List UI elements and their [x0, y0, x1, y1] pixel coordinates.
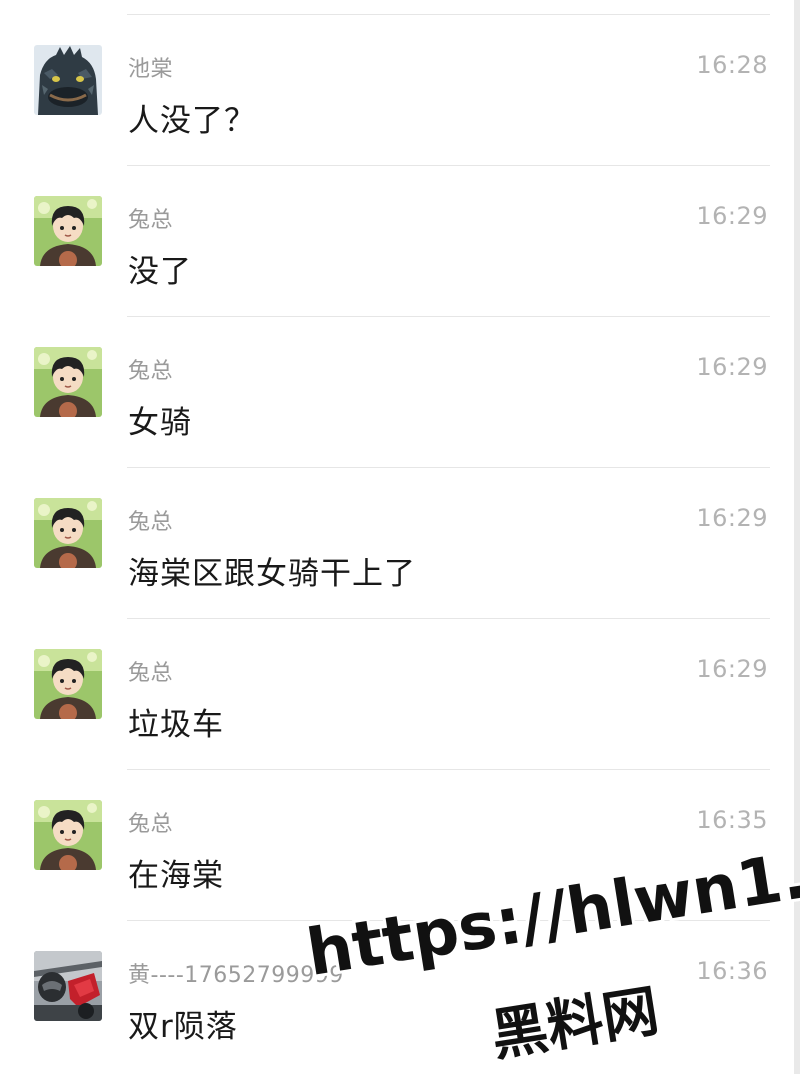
- message-time: 16:35: [696, 806, 768, 834]
- sender-name: 兔总: [128, 208, 174, 233]
- cartoon-boy-avatar-icon: [34, 498, 102, 568]
- message-text: 人没了？: [128, 103, 256, 139]
- motorcycle-avatar-icon: [34, 951, 102, 1021]
- message-time: 16:29: [696, 504, 768, 532]
- avatar-cartoon-boy[interactable]: [34, 347, 102, 417]
- scrollbar[interactable]: [794, 0, 800, 1074]
- sender-name: 黄----17652799999: [128, 963, 344, 988]
- avatar-cartoon-boy[interactable]: [34, 649, 102, 719]
- monster-avatar-icon: [34, 45, 102, 115]
- message-time: 16:28: [696, 51, 768, 79]
- chat-message[interactable]: 兔总 16:29 海棠区跟女骑干上了: [0, 468, 800, 619]
- message-text: 垃圾车: [128, 707, 224, 743]
- message-text: 在海棠: [128, 858, 224, 894]
- chat-message[interactable]: 兔总 16:29 女骑: [0, 317, 800, 468]
- avatar-cartoon-boy[interactable]: [34, 196, 102, 266]
- avatar-cartoon-boy[interactable]: [34, 498, 102, 568]
- message-text: 海棠区跟女骑干上了: [128, 556, 416, 592]
- avatar-motorcycle[interactable]: [34, 951, 102, 1021]
- message-text: 没了: [128, 254, 192, 290]
- message-time: 16:29: [696, 655, 768, 683]
- message-time: 16:29: [696, 202, 768, 230]
- cartoon-boy-avatar-icon: [34, 196, 102, 266]
- chat-message[interactable]: 兔总 16:29 没了: [0, 166, 800, 317]
- chat-history-page: 池棠 16:28 人没了？ 兔总 16:29 没了 兔总 16:29 女骑 兔总…: [0, 0, 800, 1074]
- message-text: 双r陨落: [128, 1009, 238, 1045]
- sender-name: 兔总: [128, 359, 174, 384]
- message-time: 16:36: [696, 957, 768, 985]
- chat-message[interactable]: 兔总 16:35 在海棠: [0, 770, 800, 921]
- chat-message[interactable]: 兔总 16:29 垃圾车: [0, 619, 800, 770]
- avatar-cartoon-boy[interactable]: [34, 800, 102, 870]
- cartoon-boy-avatar-icon: [34, 649, 102, 719]
- message-text: 女骑: [128, 405, 192, 441]
- cartoon-boy-avatar-icon: [34, 800, 102, 870]
- chat-message[interactable]: 池棠 16:28 人没了？: [0, 15, 800, 166]
- sender-name: 兔总: [128, 812, 174, 837]
- sender-name: 兔总: [128, 510, 174, 535]
- message-time: 16:29: [696, 353, 768, 381]
- cartoon-boy-avatar-icon: [34, 347, 102, 417]
- sender-name: 兔总: [128, 661, 174, 686]
- chat-message[interactable]: 黄----17652799999 16:36 双r陨落: [0, 921, 800, 1072]
- avatar-monster[interactable]: [34, 45, 102, 115]
- sender-name: 池棠: [128, 57, 174, 82]
